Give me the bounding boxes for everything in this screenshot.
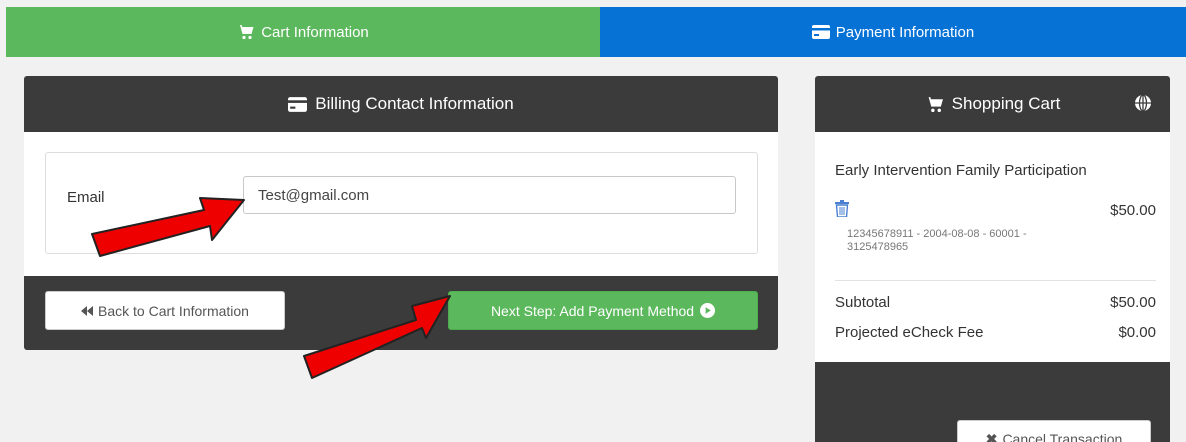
cart-icon — [925, 96, 943, 112]
echeck-fee-value: $0.00 — [1118, 324, 1156, 341]
play-circle-icon — [700, 303, 716, 318]
cancel-transaction-label: Cancel Transaction — [1002, 431, 1123, 442]
billing-panel-title: Billing Contact Information — [315, 94, 514, 113]
echeck-fee-row: Projected eCheck Fee $0.00 — [835, 324, 1156, 341]
cart-divider — [835, 280, 1156, 281]
next-step-button[interactable]: Next Step: Add Payment Method — [448, 291, 758, 330]
cart-panel-body: Early Intervention Family Participation … — [815, 132, 1170, 362]
arrow-annotation-email — [91, 197, 245, 257]
step-payment-information[interactable]: Payment Information — [600, 7, 1186, 57]
globe-icon[interactable] — [1134, 94, 1152, 112]
backward-icon — [81, 305, 94, 316]
cancel-transaction-button[interactable]: ✖ Cancel Transaction — [957, 420, 1151, 442]
close-icon: ✖ — [985, 430, 998, 442]
billing-panel-header: Billing Contact Information — [24, 76, 778, 132]
email-field[interactable] — [243, 176, 736, 214]
next-step-label: Next Step: Add Payment Method — [490, 302, 695, 319]
step-cart-label: Cart Information — [261, 23, 369, 41]
cart-panel-header: Shopping Cart — [815, 76, 1170, 132]
cart-item-detail: 12345678911 - 2004-08-08 - 60001 - 31254… — [847, 228, 1027, 253]
step-cart-information[interactable]: Cart Information — [6, 7, 600, 57]
echeck-fee-label: Projected eCheck Fee — [835, 324, 984, 341]
step-payment-label: Payment Information — [835, 23, 975, 41]
credit-card-icon — [288, 96, 308, 112]
shopping-cart-panel: Shopping Cart Early Intervention Family … — [815, 76, 1170, 442]
credit-card-icon — [811, 25, 830, 39]
trash-icon[interactable] — [835, 200, 849, 222]
step-progress-bar: Cart Information Payment Information — [6, 7, 1186, 57]
cart-icon — [237, 25, 254, 40]
cart-panel-title: Shopping Cart — [951, 94, 1061, 113]
arrow-annotation-next — [303, 295, 451, 379]
back-to-cart-label: Back to Cart Information — [98, 302, 249, 319]
back-to-cart-button[interactable]: Back to Cart Information — [45, 291, 285, 330]
subtotal-label: Subtotal — [835, 294, 891, 311]
cart-item-name: Early Intervention Family Participation — [835, 162, 1087, 179]
subtotal-row: Subtotal $50.00 — [835, 294, 1156, 311]
subtotal-value: $50.00 — [1110, 294, 1156, 311]
cart-item-price: $50.00 — [1110, 202, 1156, 219]
